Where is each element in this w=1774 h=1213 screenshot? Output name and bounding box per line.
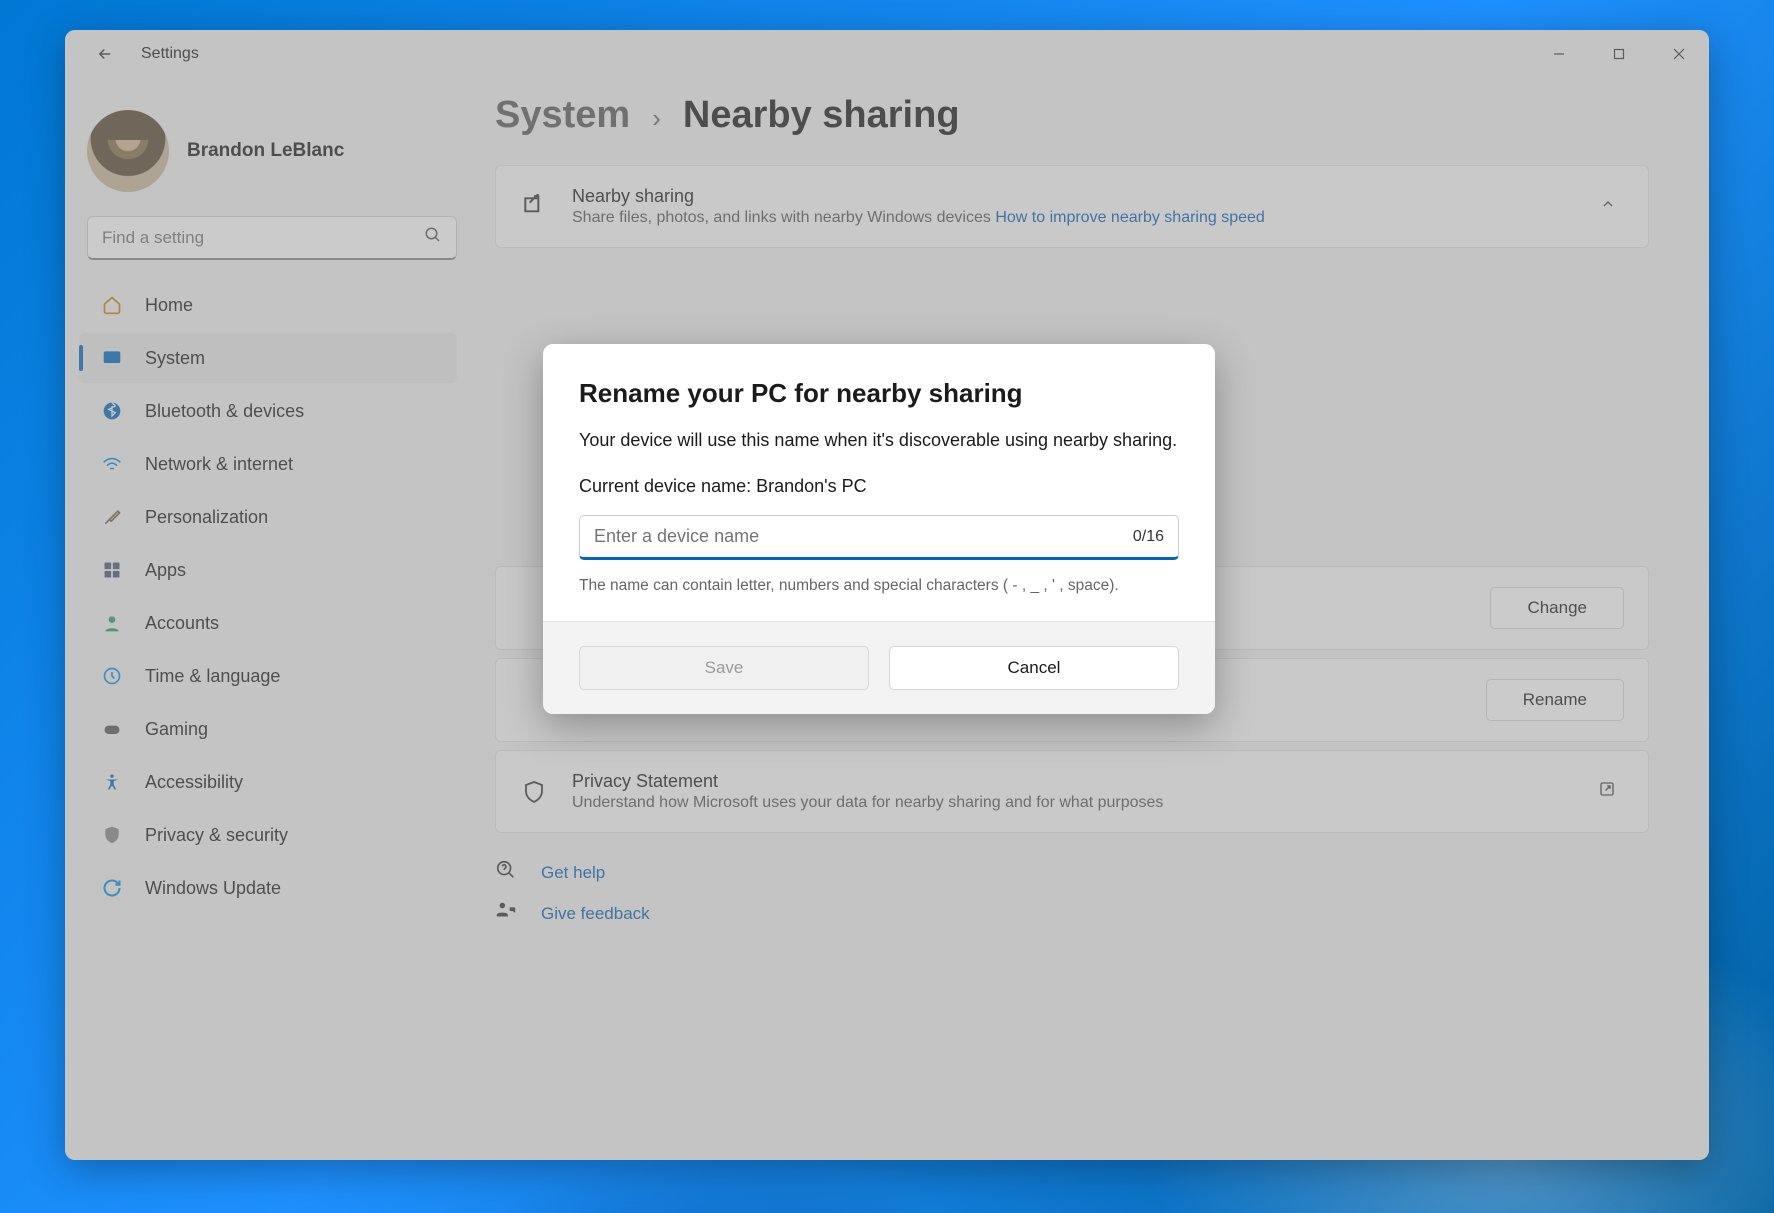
input-hint: The name can contain letter, numbers and… bbox=[579, 574, 1179, 597]
dialog-title: Rename your PC for nearby sharing bbox=[579, 378, 1179, 409]
device-name-field[interactable]: 0/16 bbox=[579, 515, 1179, 560]
char-counter: 0/16 bbox=[1133, 528, 1164, 546]
rename-dialog: Rename your PC for nearby sharing Your d… bbox=[543, 344, 1215, 714]
dialog-description: Your device will use this name when it's… bbox=[579, 427, 1179, 454]
save-button[interactable]: Save bbox=[579, 646, 869, 690]
cancel-button[interactable]: Cancel bbox=[889, 646, 1179, 690]
device-name-input[interactable] bbox=[594, 526, 1133, 547]
settings-window: Settings Brandon LeBlanc bbox=[65, 30, 1709, 1160]
current-device-label: Current device name: Brandon's PC bbox=[579, 476, 1179, 497]
